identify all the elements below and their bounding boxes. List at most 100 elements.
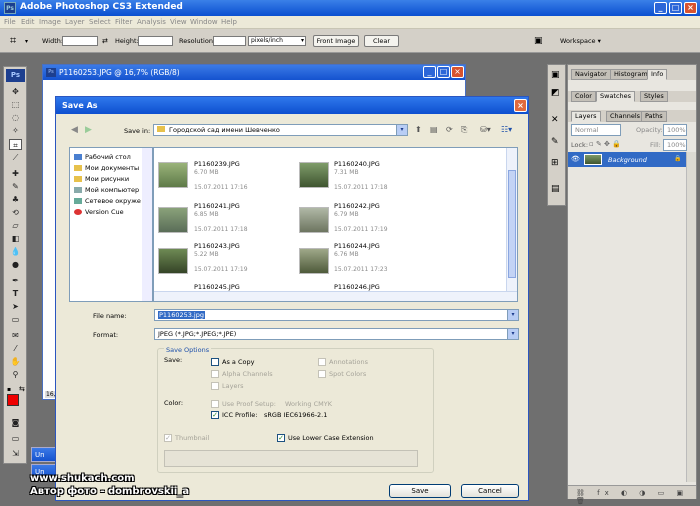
crop-tool-icon[interactable]: ⌗ xyxy=(9,139,22,150)
marquee-tool-icon[interactable]: ⬚ xyxy=(9,99,22,110)
clone-stamp-icon[interactable]: ♣ xyxy=(9,194,22,205)
format-select[interactable]: JPEG (*.JPG;*.JPEG;*.JPE) ▾ xyxy=(154,328,519,340)
lower-case-extension-checkbox[interactable]: ✓ xyxy=(277,434,285,442)
history-brush-icon[interactable]: ⟲ xyxy=(9,207,22,218)
version-cue-icon[interactable]: ⎘ xyxy=(461,125,467,135)
swap-icon[interactable]: ⇄ xyxy=(102,37,108,45)
file-name-input[interactable]: P1160253.jpg ▾ xyxy=(154,309,519,321)
tools-icon[interactable]: ✕ xyxy=(551,115,559,125)
file-name[interactable]: P1160240.JPG xyxy=(334,160,380,168)
menu-analysis[interactable]: Analysis xyxy=(137,18,166,26)
tab-color[interactable]: Color xyxy=(571,91,596,102)
opacity-input[interactable]: 100% xyxy=(663,124,687,136)
zoom-tool-icon[interactable]: ⚲ xyxy=(9,369,22,380)
doc-maximize-button[interactable]: □ xyxy=(437,66,450,78)
navigator-icon[interactable]: ▣ xyxy=(551,70,560,80)
place-my-pictures[interactable]: Мои рисунки xyxy=(74,175,129,183)
file-name[interactable]: P1160241.JPG xyxy=(194,202,240,210)
tab-swatches[interactable]: Swatches xyxy=(596,91,636,102)
screen-mode-icon[interactable]: ▭ xyxy=(9,433,22,444)
save-button[interactable]: Save xyxy=(389,484,451,498)
place-desktop[interactable]: Рабочий стол xyxy=(74,153,131,161)
file-item[interactable] xyxy=(299,207,329,233)
type-tool-icon[interactable]: T xyxy=(9,288,22,299)
palette-well-icon[interactable]: ▣ xyxy=(534,36,543,46)
fill-input[interactable]: 100% xyxy=(663,139,687,151)
blur-tool-icon[interactable]: 💧 xyxy=(9,246,22,257)
drive-menu-icon[interactable]: ⛁▾ xyxy=(480,125,491,134)
dodge-tool-icon[interactable]: ● xyxy=(9,259,22,270)
minimize-button[interactable]: _ xyxy=(654,2,667,14)
forward-icon[interactable]: ▶ xyxy=(85,125,92,135)
up-folder-icon[interactable]: ⬆ xyxy=(415,125,422,134)
crop-tool-icon[interactable]: ⌗ xyxy=(10,34,16,48)
eyedropper-icon[interactable]: ⁄ xyxy=(9,343,22,354)
clear-button[interactable]: Clear xyxy=(364,35,399,47)
path-selection-icon[interactable]: ➤ xyxy=(9,301,22,312)
magic-wand-icon[interactable]: ✧ xyxy=(9,125,22,136)
spot-colors-checkbox[interactable] xyxy=(318,370,326,378)
menu-view[interactable]: View xyxy=(170,18,187,26)
file-item[interactable] xyxy=(299,162,329,188)
hand-tool-icon[interactable]: ✋ xyxy=(9,356,22,367)
healing-brush-icon[interactable]: ✚ xyxy=(9,168,22,179)
quick-mask-icon[interactable]: ◙ xyxy=(9,417,22,428)
use-proof-setup-checkbox[interactable] xyxy=(211,400,219,408)
menu-filter[interactable]: Filter xyxy=(115,18,132,26)
annotations-checkbox[interactable] xyxy=(318,358,326,366)
actions-icon[interactable]: ▤ xyxy=(551,184,560,194)
brush-tool-icon[interactable]: ✎ xyxy=(9,181,22,192)
file-name[interactable]: P1160239.JPG xyxy=(194,160,240,168)
swap-colors-icon[interactable]: ⇆ xyxy=(19,385,25,393)
refresh-icon[interactable]: ⟳ xyxy=(446,125,453,134)
units-select[interactable]: pixels/inch ▾ xyxy=(248,36,306,46)
dialog-close-button[interactable]: × xyxy=(514,99,527,112)
save-in-select[interactable]: Городской сад имени Шевченко ▾ xyxy=(153,124,408,136)
pen-tool-icon[interactable]: ✒ xyxy=(9,275,22,286)
file-name[interactable]: P1160244.JPG xyxy=(334,242,380,250)
lasso-tool-icon[interactable]: ◌ xyxy=(9,112,22,123)
file-item[interactable] xyxy=(158,248,188,274)
tab-layers[interactable]: Layers xyxy=(571,111,601,122)
imageready-icon[interactable]: ⇲ xyxy=(9,448,22,459)
menu-edit[interactable]: Edit xyxy=(21,18,35,26)
blend-mode-select[interactable]: Normal xyxy=(571,124,621,136)
brushes-icon[interactable]: ✎ xyxy=(551,137,559,147)
back-icon[interactable]: ◀ xyxy=(71,125,78,135)
tab-histogram[interactable]: Histogram xyxy=(610,69,652,80)
eraser-tool-icon[interactable]: ▱ xyxy=(9,220,22,231)
menu-image[interactable]: Image xyxy=(39,18,61,26)
tab-info[interactable]: Info xyxy=(647,69,668,80)
tab-paths[interactable]: Paths xyxy=(641,111,667,122)
doc-close-button[interactable]: × xyxy=(451,66,464,78)
menu-select[interactable]: Select xyxy=(89,18,111,26)
maximize-button[interactable]: □ xyxy=(669,2,682,14)
width-input[interactable] xyxy=(62,36,98,46)
doc-minimize-button[interactable]: _ xyxy=(423,66,436,78)
tab-styles[interactable]: Styles xyxy=(640,91,668,102)
minimized-document[interactable]: Un xyxy=(31,447,57,462)
shape-tool-icon[interactable]: ▭ xyxy=(9,314,22,325)
slice-tool-icon[interactable]: ⟋ xyxy=(9,152,22,163)
cancel-button[interactable]: Cancel xyxy=(461,484,519,498)
resolution-input[interactable] xyxy=(213,36,246,46)
places-scrollbar[interactable] xyxy=(142,148,152,301)
icc-profile-checkbox[interactable]: ✓ xyxy=(211,411,219,419)
thumbnail-checkbox[interactable]: ✓ xyxy=(164,434,172,442)
file-list-vscrollbar[interactable] xyxy=(506,148,517,291)
gradient-tool-icon[interactable]: ◧ xyxy=(9,233,22,244)
close-button[interactable]: × xyxy=(684,2,697,14)
tab-channels[interactable]: Channels xyxy=(606,111,645,122)
scroll-thumb[interactable] xyxy=(508,170,516,278)
place-network[interactable]: Сетевое окруже xyxy=(74,197,141,205)
view-menu-icon[interactable]: ☷▾ xyxy=(501,125,512,134)
eye-icon[interactable]: 👁 xyxy=(571,155,580,163)
menu-help[interactable]: Help xyxy=(221,18,237,26)
layers-checkbox[interactable] xyxy=(211,382,219,390)
layers-scrollbar[interactable] xyxy=(686,152,696,482)
tab-navigator[interactable]: Navigator xyxy=(571,69,611,80)
history-icon[interactable]: ⊞ xyxy=(551,158,559,168)
menu-layer[interactable]: Layer xyxy=(65,18,85,26)
new-folder-icon[interactable]: ▤ xyxy=(430,125,438,134)
as-copy-checkbox[interactable] xyxy=(211,358,219,366)
